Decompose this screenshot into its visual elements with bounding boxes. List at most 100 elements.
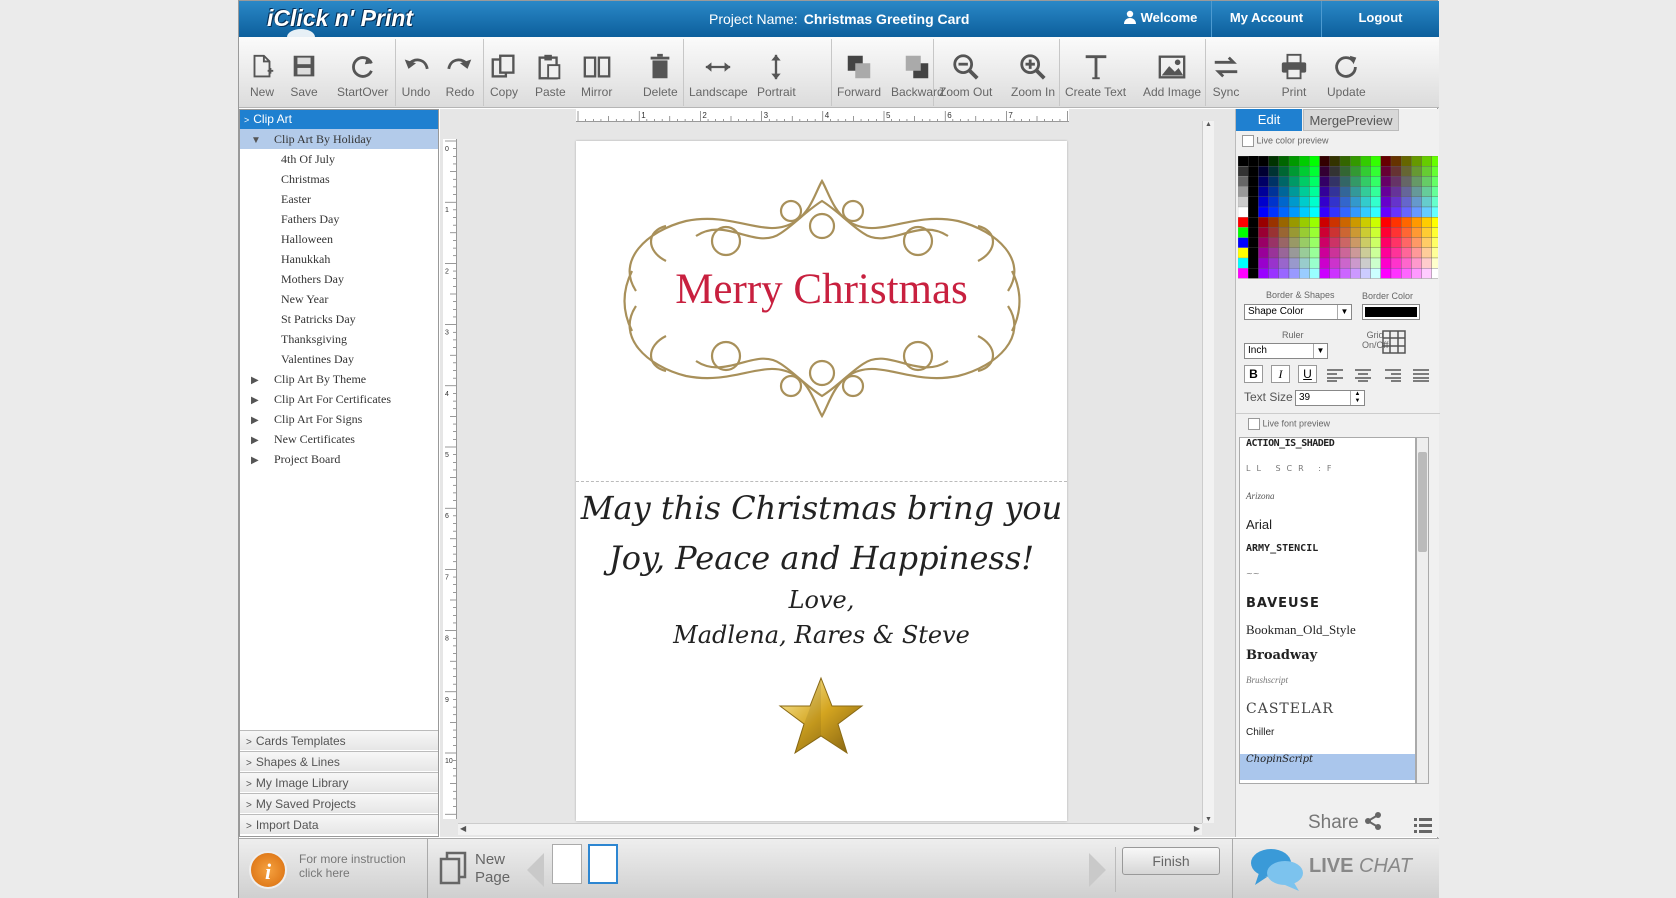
merry-christmas-text[interactable]: Merry Christmas [576, 265, 1067, 314]
tool-print[interactable]: Print [1279, 37, 1309, 108]
accordion-my-saved-projects[interactable]: > My Saved Projects [240, 793, 438, 813]
scroll-up-icon[interactable]: ▲ [1203, 121, 1214, 128]
tab-merge-preview[interactable]: MergePreview [1303, 109, 1399, 131]
list-menu-icon[interactable] [1414, 817, 1432, 833]
stepper-arrows-icon[interactable]: ▲ ▼ [1350, 391, 1364, 405]
font-list-scrollbar[interactable] [1416, 437, 1429, 784]
tool-forward[interactable]: Forward [837, 37, 881, 108]
live-color-checkbox[interactable] [1242, 135, 1254, 147]
border-color-swatch[interactable] [1362, 304, 1420, 320]
tree-node-holiday[interactable]: ▼ Clip Art By Holiday [240, 129, 438, 149]
tree-node[interactable]: ▶ Clip Art For Certificates [240, 389, 438, 409]
horizontal-ruler[interactable]: 12345678 [576, 109, 1069, 122]
app-logo[interactable]: iClick n' Print [259, 3, 421, 45]
live-font-checkbox[interactable] [1248, 418, 1260, 430]
accordion-import-data[interactable]: > Import Data [240, 814, 438, 834]
tree-node[interactable]: ▶ Clip Art For Signs [240, 409, 438, 429]
font-option[interactable]: Bookman_Old_Style [1240, 622, 1415, 648]
vertical-scrollbar[interactable]: ▲ ▼ [1202, 121, 1214, 823]
tool-create-text[interactable]: Create Text [1065, 37, 1126, 108]
tab-edit[interactable]: Edit [1236, 109, 1302, 131]
font-option[interactable]: ARMY_STENCIL [1240, 543, 1415, 569]
live-color-preview[interactable]: Live color preview [1242, 135, 1329, 147]
font-option[interactable]: Arial [1240, 517, 1415, 543]
italic-button[interactable]: I [1271, 365, 1290, 383]
page-thumbnail-2[interactable] [588, 844, 618, 884]
tool-mirror[interactable]: Mirror [581, 37, 612, 108]
tool-update[interactable]: Update [1327, 37, 1366, 108]
accordion-shapes-lines[interactable]: > Shapes & Lines [240, 751, 438, 771]
greeting-line-4[interactable]: Madlena, Rares & Steve [576, 621, 1067, 649]
share-button[interactable]: Share [1308, 812, 1382, 834]
new-page-icon[interactable] [439, 851, 469, 885]
gold-star-image[interactable] [776, 676, 866, 756]
tree-item[interactable]: Easter [240, 189, 438, 209]
live-font-preview[interactable]: Live font preview [1248, 418, 1330, 430]
shape-color-select[interactable]: Shape Color ▼ [1244, 304, 1352, 320]
color-palette[interactable] [1238, 156, 1438, 286]
finish-button[interactable]: Finish [1122, 847, 1220, 875]
new-page-button[interactable]: New Page [475, 851, 510, 887]
accordion-cards-templates[interactable]: > Cards Templates [240, 730, 438, 750]
tool-paste[interactable]: Paste [535, 37, 566, 108]
underline-button[interactable]: U [1298, 365, 1317, 383]
tool-backward[interactable]: Backward [891, 37, 944, 108]
font-option[interactable]: Chiller [1240, 727, 1415, 753]
next-page-arrow[interactable] [1089, 853, 1106, 887]
tree-item[interactable]: Halloween [240, 229, 438, 249]
card-page[interactable]: Merry Christmas May this Christmas bring… [576, 141, 1067, 821]
tree-item[interactable]: Thanksgiving [240, 329, 438, 349]
vertical-ruler[interactable]: 0 1 2 3 4 5 6 7 8 9 10 [443, 139, 457, 819]
scroll-right-icon[interactable]: ▶ [1194, 824, 1200, 833]
tree-item[interactable]: Mothers Day [240, 269, 438, 289]
font-option[interactable]: Broadway [1240, 648, 1415, 674]
tool-portrait[interactable]: Portrait [757, 37, 796, 108]
greeting-line-3[interactable]: Love, [576, 586, 1067, 614]
info-icon[interactable]: i [249, 851, 287, 889]
font-list[interactable]: ACTION_IS_SHADED LL SCR :F Arizona Arial ARM… [1239, 437, 1416, 784]
tree-item[interactable]: Fathers Day [240, 209, 438, 229]
bold-button[interactable]: B [1244, 365, 1263, 383]
tool-sync[interactable]: Sync [1211, 37, 1241, 108]
align-justify-icon[interactable] [1412, 368, 1430, 382]
font-option[interactable]: Arizona [1240, 491, 1415, 517]
horizontal-scrollbar[interactable]: ◀ ▶ [458, 823, 1202, 835]
prev-page-arrow[interactable] [527, 853, 544, 887]
tool-save[interactable]: Save [289, 37, 319, 108]
tool-copy[interactable]: Copy [489, 37, 519, 108]
grid-toggle-icon[interactable] [1381, 329, 1407, 355]
live-chat-button[interactable]: LIVE CHAT [1309, 855, 1412, 878]
chat-bubble-icon[interactable] [1249, 847, 1305, 893]
tool-delete[interactable]: Delete [643, 37, 678, 108]
tool-landscape[interactable]: Landscape [689, 37, 748, 108]
tree-item[interactable]: Christmas [240, 169, 438, 189]
accordion-my-image-library[interactable]: > My Image Library [240, 772, 438, 792]
font-option[interactable]: Brushscript [1240, 675, 1415, 701]
tool-startover[interactable]: StartOver [337, 37, 388, 108]
tree-item[interactable]: St Patricks Day [240, 309, 438, 329]
tree-item[interactable]: 4th Of July [240, 149, 438, 169]
greeting-line-1[interactable]: May this Christmas bring you [576, 489, 1067, 527]
align-right-icon[interactable] [1384, 368, 1402, 382]
tool-undo[interactable]: Undo [401, 37, 431, 108]
tree-item[interactable]: New Year [240, 289, 438, 309]
font-option[interactable]: ACTION_IS_SHADED [1240, 438, 1415, 464]
tree-item[interactable]: Valentines Day [240, 349, 438, 369]
ruler-unit-select[interactable]: Inch ▼ [1244, 343, 1328, 359]
page-thumbnail-1[interactable] [552, 844, 582, 884]
tool-zoom-in[interactable]: Zoom In [1011, 37, 1055, 108]
greeting-line-2[interactable]: Joy, Peace and Happiness! [576, 539, 1067, 577]
font-option[interactable]: ChopinScript [1240, 753, 1415, 780]
clipart-title[interactable]: > Clip Art [240, 110, 438, 129]
tree-node[interactable]: ▶ Clip Art By Theme [240, 369, 438, 389]
tool-zoom-out[interactable]: Zoom Out [939, 37, 992, 108]
align-left-icon[interactable] [1326, 368, 1344, 382]
tree-item[interactable]: Hanukkah [240, 249, 438, 269]
tree-node[interactable]: ▶ Project Board [240, 449, 438, 469]
my-account-button[interactable]: My Account [1211, 1, 1321, 37]
tool-new[interactable]: New [247, 37, 277, 108]
font-option[interactable]: BAVEUSE [1240, 596, 1415, 622]
scroll-left-icon[interactable]: ◀ [460, 824, 466, 833]
tree-node[interactable]: ▶ New Certificates [240, 429, 438, 449]
logout-button[interactable]: Logout [1321, 1, 1439, 37]
